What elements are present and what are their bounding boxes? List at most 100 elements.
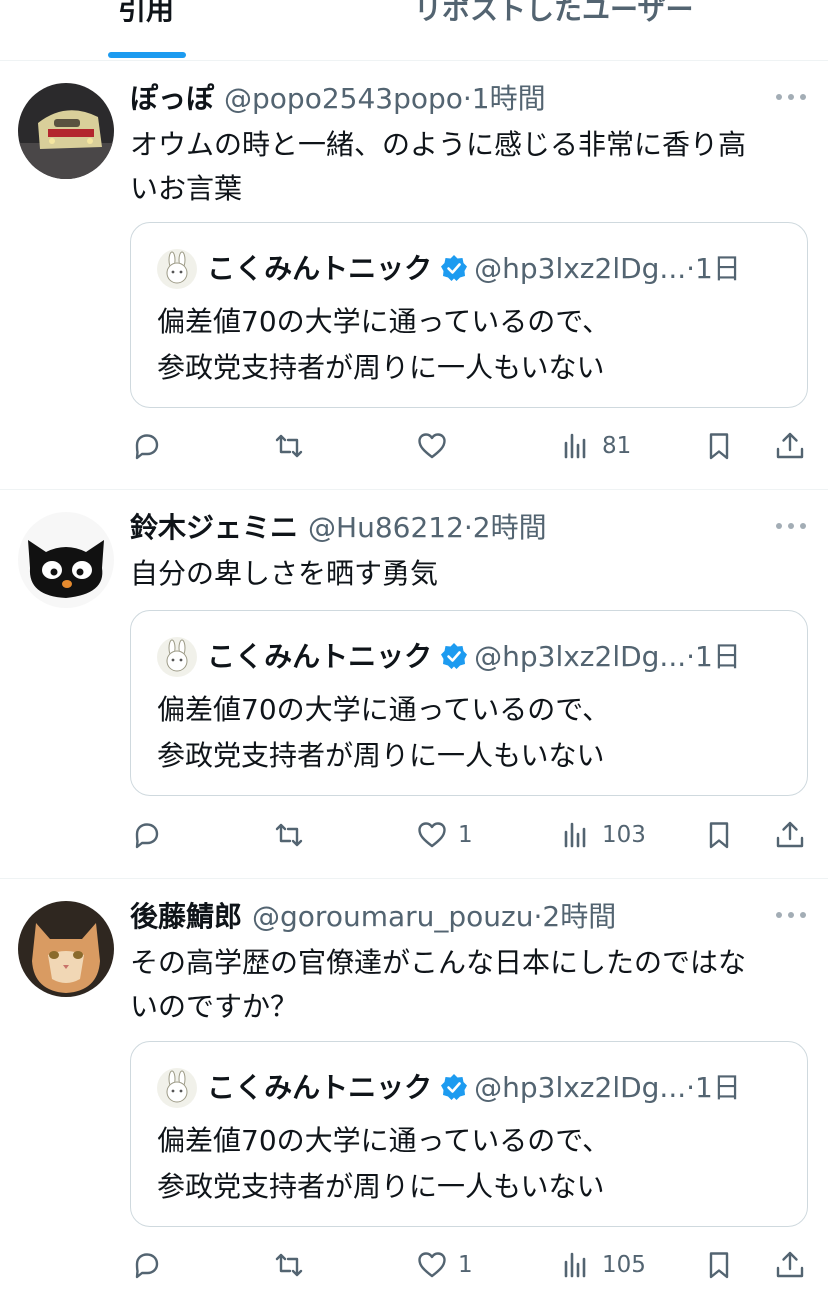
action-bar: 1 103 xyxy=(0,815,828,855)
user-handle[interactable]: @Hu86212 xyxy=(308,511,464,544)
like-button[interactable]: 1 xyxy=(416,815,473,855)
post[interactable]: 鈴木ジェミニ @Hu86212·2時間 自分の卑しさを晒す勇気 こくみんトニック @… xyxy=(0,490,828,879)
view-count: 105 xyxy=(602,1252,646,1278)
like-icon xyxy=(418,1252,446,1278)
share-button[interactable] xyxy=(774,1245,806,1285)
bookmark-button[interactable] xyxy=(703,815,735,855)
display-name[interactable]: 鈴木ジェミニ xyxy=(130,511,298,544)
bookmark-button[interactable] xyxy=(703,1245,735,1285)
post-header: 後藤鯖郎 @goroumaru_pouzu·2時間 xyxy=(130,897,616,937)
action-bar: 81 xyxy=(0,426,828,466)
timestamp[interactable]: 1時間 xyxy=(472,82,546,115)
like-count: 1 xyxy=(458,822,473,848)
reply-icon xyxy=(135,823,159,849)
quoted-timestamp: 1日 xyxy=(695,1071,741,1104)
post-text-line: オウムの時と一緒、のように感じる非常に香り高 xyxy=(130,128,747,161)
post[interactable]: 後藤鯖郎 @goroumaru_pouzu · 2時間 その高学歴の官僚達がこんな日本… xyxy=(0,879,828,1297)
repost-button[interactable] xyxy=(273,426,315,466)
quoted-avatar xyxy=(157,1068,197,1108)
views-button[interactable]: 105 xyxy=(560,1245,646,1285)
quoted-header: こくみんトニック @hp3lxz2lDg...·1日 xyxy=(207,1066,741,1110)
avatar[interactable] xyxy=(18,901,114,997)
bookmark-icon xyxy=(709,1252,729,1279)
share-icon xyxy=(776,1251,804,1278)
like-icon xyxy=(418,433,446,459)
post-header: ぽっぽ @popo2543popo·1時間 xyxy=(130,79,546,119)
active-tab-indicator xyxy=(108,52,186,58)
user-handle[interactable]: @popo2543popo xyxy=(224,82,463,115)
reply-button[interactable] xyxy=(131,815,173,855)
user-handle[interactable]: @goroumaru_pouzu xyxy=(252,900,533,933)
tab-reposted-by[interactable]: リポストしたユーザー xyxy=(414,0,693,28)
views-icon xyxy=(564,433,586,459)
quoted-header: こくみんトニック @hp3lxz2lDg...·1日 xyxy=(207,635,741,679)
quoted-display-name: こくみんトニック xyxy=(207,640,433,673)
separator-dot: · xyxy=(686,1071,696,1104)
quoted-post[interactable]: こくみんトニック @hp3lxz2lDg...·1日 偏差値70の大学に通っている… xyxy=(130,222,808,408)
more-icon[interactable] xyxy=(776,909,806,921)
reply-button[interactable] xyxy=(131,1245,173,1285)
reply-icon xyxy=(135,434,159,460)
bookmark-icon xyxy=(709,822,729,849)
avatar[interactable] xyxy=(18,512,114,608)
more-icon[interactable] xyxy=(776,520,806,532)
share-icon xyxy=(776,432,804,459)
quoted-avatar xyxy=(157,249,197,289)
views-button[interactable]: 81 xyxy=(560,426,631,466)
views-icon xyxy=(564,822,586,848)
quoted-handle: @hp3lxz2lDg... xyxy=(474,640,687,673)
share-button[interactable] xyxy=(774,426,806,466)
repost-icon xyxy=(275,434,303,458)
quoted-text: 偏差値70の大学に通っているので、 参政党支持者が周りに一人もいない xyxy=(157,1118,610,1210)
tab-quotes[interactable]: 引用 xyxy=(118,0,174,28)
bookmark-icon xyxy=(709,433,729,460)
post-text: その高学歴の官僚達がこんな日本にしたのではな いのですか？ xyxy=(130,941,800,1029)
share-icon xyxy=(776,821,804,848)
action-bar: 1 105 xyxy=(0,1245,828,1285)
display-name[interactable]: ぽっぽ xyxy=(130,82,214,115)
views-button[interactable]: 103 xyxy=(560,815,646,855)
repost-button[interactable] xyxy=(273,1245,315,1285)
like-button[interactable] xyxy=(416,426,458,466)
quoted-handle: @hp3lxz2lDg... xyxy=(474,1071,687,1104)
post-text-line: 自分の卑しさを晒す勇気 xyxy=(130,557,439,590)
views-icon xyxy=(564,1252,586,1278)
display-name[interactable]: 後藤鯖郎 xyxy=(130,900,242,933)
separator-dot: · xyxy=(686,252,696,285)
more-icon[interactable] xyxy=(776,91,806,103)
verified-badge-icon xyxy=(441,255,468,281)
reply-icon xyxy=(135,1253,159,1279)
post-text: 自分の卑しさを晒す勇気 xyxy=(130,552,800,596)
repost-icon xyxy=(275,1253,303,1277)
post-header: 鈴木ジェミニ @Hu86212·2時間 xyxy=(130,508,547,548)
quoted-timestamp: 1日 xyxy=(695,252,741,285)
quoted-post[interactable]: こくみんトニック @hp3lxz2lDg...·1日 偏差値70の大学に通っている… xyxy=(130,610,808,796)
quoted-text-line: 参政党支持者が周りに一人もいない xyxy=(157,1170,605,1203)
post-text-line: その高学歴の官僚達がこんな日本にしたのではな xyxy=(130,946,747,979)
timestamp[interactable]: 2時間 xyxy=(542,900,616,933)
quoted-text-line: 偏差値70の大学に通っているので、 xyxy=(157,693,611,726)
post-text: オウムの時と一緒、のように感じる非常に香り高 いお言葉 xyxy=(130,123,800,211)
quoted-post[interactable]: こくみんトニック @hp3lxz2lDg...·1日 偏差値70の大学に通っている… xyxy=(130,1041,808,1227)
quoted-text-line: 参政党支持者が周りに一人もいない xyxy=(157,739,605,772)
share-button[interactable] xyxy=(774,815,806,855)
like-button[interactable]: 1 xyxy=(416,1245,473,1285)
view-count: 81 xyxy=(602,433,632,459)
verified-badge-icon xyxy=(441,1074,468,1100)
quoted-text-line: 参政党支持者が周りに一人もいない xyxy=(157,351,605,384)
post-text-line: いお言葉 xyxy=(130,172,243,205)
bookmark-button[interactable] xyxy=(703,426,735,466)
timestamp[interactable]: 2時間 xyxy=(473,511,547,544)
post[interactable]: ぽっぽ @popo2543popo · 1時間 オウムの時と一緒、のように感じる非常に… xyxy=(0,61,828,490)
quoted-text: 偏差値70の大学に通っているので、 参政党支持者が周りに一人もいない xyxy=(157,687,610,779)
quoted-timestamp: 1日 xyxy=(695,640,741,673)
quoted-text-line: 偏差値70の大学に通っているので、 xyxy=(157,1124,611,1157)
avatar[interactable] xyxy=(18,83,114,179)
like-count: 1 xyxy=(458,1252,473,1278)
separator-dot: · xyxy=(463,511,473,544)
verified-badge-icon xyxy=(441,643,468,669)
repost-button[interactable] xyxy=(273,815,315,855)
like-icon xyxy=(418,822,446,848)
quoted-header: こくみんトニック @hp3lxz2lDg...·1日 xyxy=(207,247,741,291)
reply-button[interactable] xyxy=(131,426,173,466)
